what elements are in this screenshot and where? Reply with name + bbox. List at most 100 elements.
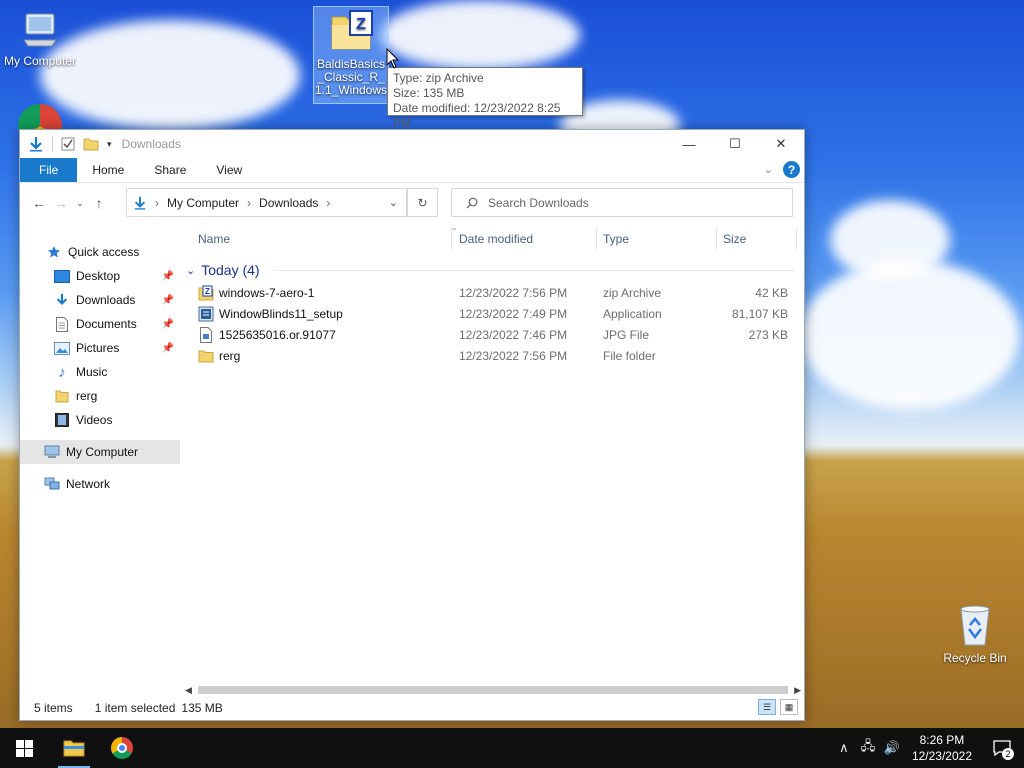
column-headers: Name ⌄ Date modified Type Size — [182, 223, 804, 254]
pin-icon[interactable]: 📌 — [162, 343, 174, 354]
show-hidden-icons-icon[interactable]: ∧ — [832, 740, 856, 756]
scrollbar-thumb[interactable] — [198, 686, 788, 694]
search-placeholder: Search Downloads — [488, 195, 589, 210]
table-row[interactable]: 1525635016.or.91077 12/23/2022 7:46 PM J… — [182, 324, 804, 345]
search-box[interactable]: Search Downloads — [451, 188, 793, 217]
nav-label: Pictures — [76, 341, 120, 355]
breadcrumb-separator[interactable]: › — [247, 196, 251, 210]
file-date: 12/23/2022 7:56 PM — [459, 349, 568, 363]
nav-item-desktop[interactable]: Desktop 📌 — [20, 264, 180, 288]
pin-icon[interactable]: 📌 — [162, 271, 174, 282]
pin-icon[interactable]: 📌 — [162, 295, 174, 306]
recent-locations-icon[interactable]: ⌄ — [72, 198, 88, 209]
minimize-button[interactable]: — — [666, 130, 712, 158]
nav-label: Videos — [76, 413, 113, 427]
nav-quick-access[interactable]: Quick access — [20, 240, 180, 264]
maximize-button[interactable]: ☐ — [712, 130, 758, 158]
table-row[interactable]: rerg 12/23/2022 7:56 PM File folder — [182, 345, 804, 366]
nav-item-pictures[interactable]: Pictures 📌 — [20, 336, 180, 360]
taskbar-file-explorer[interactable] — [50, 728, 98, 768]
window-controls: — ☐ ✕ — [666, 130, 804, 158]
desktop-icon-label: Recycle Bin — [943, 651, 1007, 665]
tooltip-size: Size: 135 MB — [393, 86, 465, 100]
volume-icon[interactable]: 🔊 — [880, 740, 904, 756]
refresh-button[interactable]: ↻ — [407, 188, 438, 217]
search-icon — [466, 197, 478, 208]
videos-icon — [54, 413, 70, 427]
table-row[interactable]: WindowBlinds11_setup 12/23/2022 7:49 PM … — [182, 303, 804, 324]
pictures-icon — [54, 341, 70, 355]
customize-qat-icon[interactable]: ▾ — [107, 139, 112, 150]
forward-button[interactable]: → — [50, 195, 72, 211]
desktop-icon-my-computer[interactable]: My Computer — [0, 10, 80, 68]
properties-icon[interactable] — [61, 137, 75, 151]
notification-count-badge: 2 — [1002, 748, 1014, 760]
file-name: windows-7-aero-1 — [219, 286, 315, 300]
navigation-pane: Quick access Desktop 📌 Downloads 📌 Docum… — [20, 224, 180, 684]
table-row[interactable]: Z windows-7-aero-1 12/23/2022 7:56 PM zi… — [182, 282, 804, 303]
nav-label: rerg — [76, 389, 98, 403]
mouse-cursor-icon — [386, 48, 400, 69]
breadcrumb-separator[interactable]: › — [326, 196, 330, 210]
tab-share[interactable]: Share — [139, 158, 201, 182]
scroll-left-icon[interactable]: ◀ — [185, 685, 192, 696]
address-dropdown-icon[interactable]: ⌄ — [389, 196, 398, 209]
nav-item-videos[interactable]: Videos — [20, 408, 180, 432]
new-folder-icon[interactable] — [83, 137, 99, 151]
collapse-icon[interactable]: ⌄ — [186, 264, 195, 277]
downloads-location-icon — [134, 196, 146, 210]
column-date-modified[interactable]: Date modified — [459, 232, 533, 246]
zip-archive-icon: Z — [198, 285, 214, 301]
up-button[interactable]: ↑ — [88, 195, 110, 211]
file-size: 273 KB — [748, 328, 788, 342]
network-status-icon[interactable]: 🖧 — [856, 737, 880, 759]
help-icon[interactable]: ? — [783, 161, 800, 178]
breadcrumb-downloads[interactable]: Downloads — [259, 196, 318, 210]
expand-ribbon-icon[interactable]: ⌄ — [764, 163, 773, 176]
details-view-icon[interactable]: ☰ — [758, 699, 776, 715]
music-icon: ♪ — [58, 363, 66, 381]
group-header-today[interactable]: ⌄ Today (4) — [182, 258, 804, 282]
pin-icon[interactable]: 📌 — [162, 319, 174, 330]
file-type: zip Archive — [603, 286, 662, 300]
column-type[interactable]: Type — [603, 232, 629, 246]
scroll-right-icon[interactable]: ▶ — [794, 685, 801, 696]
start-button[interactable] — [0, 728, 48, 768]
tab-view[interactable]: View — [201, 158, 257, 182]
quick-access-toolbar: ▾ — [20, 136, 112, 152]
action-center-button[interactable]: 2 — [980, 728, 1024, 768]
file-name: 1525635016.or.91077 — [219, 328, 336, 342]
desktop-icon-recycle-bin[interactable]: Recycle Bin — [935, 603, 1015, 665]
cloud — [380, 0, 580, 70]
tab-home[interactable]: Home — [77, 158, 139, 182]
clock[interactable]: 8:26 PM 12/23/2022 — [904, 732, 980, 764]
nav-item-downloads[interactable]: Downloads 📌 — [20, 288, 180, 312]
nav-item-documents[interactable]: Documents 📌 — [20, 312, 180, 336]
divider — [52, 136, 53, 152]
cloud — [800, 260, 1020, 410]
view-switcher: ☰ ▦ — [758, 699, 798, 715]
address-bar[interactable]: › My Computer › Downloads › ⌄ — [126, 188, 407, 217]
column-name[interactable]: Name — [198, 232, 230, 246]
breadcrumb-separator[interactable]: › — [155, 196, 159, 210]
nav-item-music[interactable]: ♪ Music — [20, 360, 180, 384]
close-button[interactable]: ✕ — [758, 130, 804, 158]
desktop-icon-zip-archive[interactable]: Z BaldisBasics_Classic_R_1.1_Windows — [313, 6, 389, 104]
nav-network[interactable]: Network — [20, 472, 180, 496]
star-icon — [46, 245, 62, 259]
nav-item-rerg[interactable]: rerg — [20, 384, 180, 408]
tab-file[interactable]: File — [20, 158, 78, 182]
horizontal-scrollbar[interactable]: ◀ ▶ — [182, 683, 804, 697]
breadcrumb-my-computer[interactable]: My Computer — [167, 196, 239, 210]
file-size: 42 KB — [755, 286, 788, 300]
taskbar-chrome[interactable] — [98, 728, 146, 768]
downloads-arrow-icon[interactable] — [28, 136, 44, 152]
back-button[interactable]: ← — [28, 195, 50, 211]
title-bar[interactable]: ▾ Downloads — ☐ ✕ — [20, 130, 804, 158]
large-icons-view-icon[interactable]: ▦ — [780, 699, 798, 715]
nav-label: Music — [76, 365, 108, 379]
nav-my-computer[interactable]: My Computer — [20, 440, 180, 464]
column-size[interactable]: Size — [723, 232, 746, 246]
file-list: Name ⌄ Date modified Type Size ⌄ Today (… — [182, 223, 804, 682]
file-tooltip: Type: zip Archive Size: 135 MB Date modi… — [387, 67, 583, 130]
